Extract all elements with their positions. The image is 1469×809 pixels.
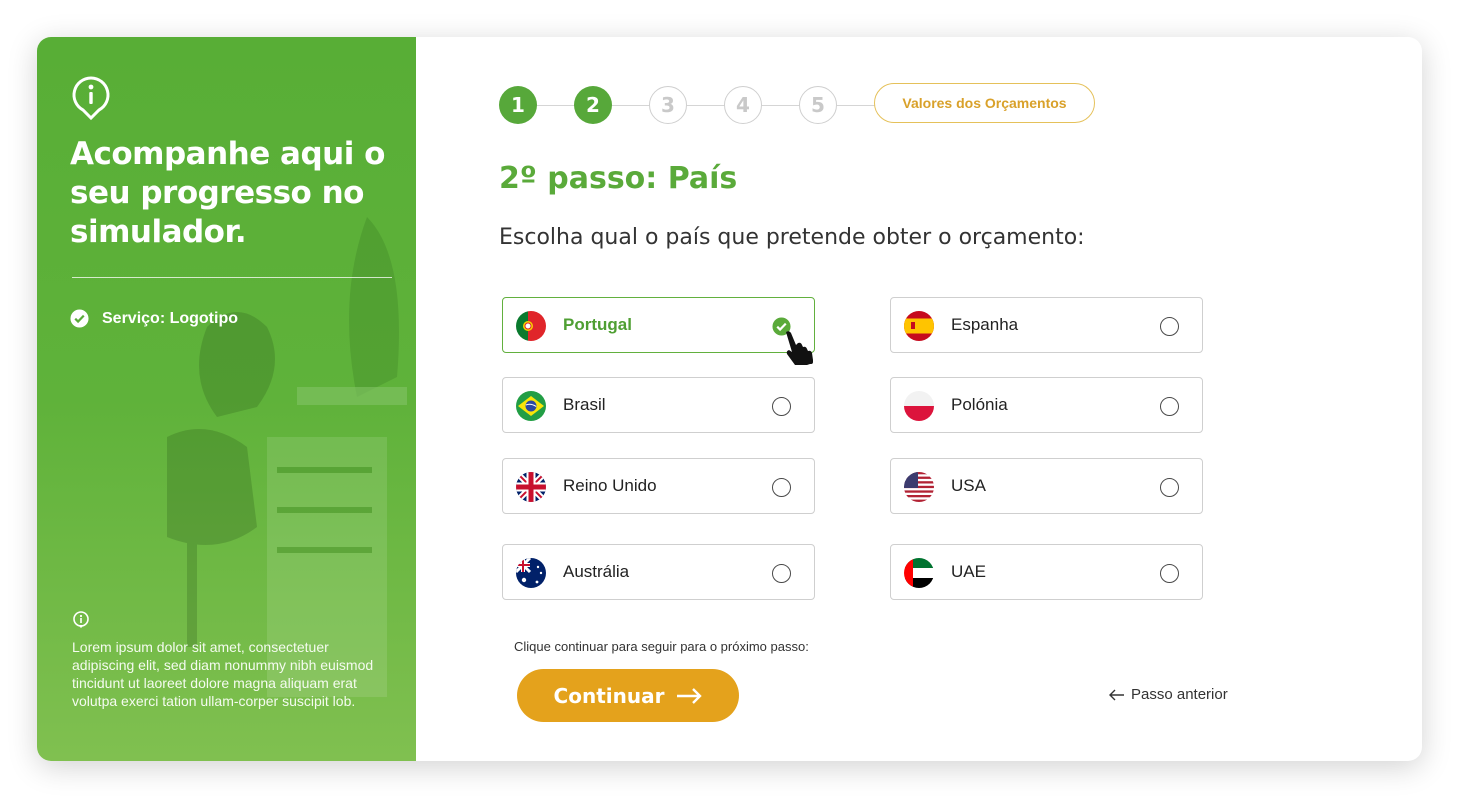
country-label: USA	[951, 476, 986, 495]
country-option-espanha[interactable]: Espanha	[890, 297, 1203, 353]
step-3: 3	[649, 86, 687, 124]
step-1[interactable]: 1	[499, 86, 537, 124]
stepper-connector	[762, 105, 800, 106]
uk-flag-icon	[516, 472, 546, 502]
radio-button[interactable]	[772, 564, 791, 583]
radio-button[interactable]	[772, 478, 791, 497]
continue-button[interactable]: Continuar	[517, 669, 739, 722]
poland-flag-icon	[904, 391, 934, 421]
arrow-left-icon	[1109, 689, 1124, 700]
country-option-portugal[interactable]: Portugal	[502, 297, 815, 353]
australia-flag-icon	[516, 558, 546, 588]
step-2[interactable]: 2	[574, 86, 612, 124]
country-option-reino-unido[interactable]: Reino Unido	[502, 458, 815, 514]
country-label: UAE	[951, 562, 986, 581]
country-label: Portugal	[563, 315, 632, 334]
radio-button[interactable]	[1160, 478, 1179, 497]
radio-button[interactable]	[1160, 564, 1179, 583]
uae-flag-icon	[904, 558, 934, 588]
usa-flag-icon	[904, 472, 934, 502]
radio-button[interactable]	[772, 397, 791, 416]
check-circle-icon	[70, 309, 89, 328]
country-label: Austrália	[563, 562, 630, 581]
progress-sidebar: Acompanhe aqui o seu progresso no simula…	[37, 37, 416, 761]
stepper-connector	[537, 105, 575, 106]
country-option-brasil[interactable]: Brasil	[502, 377, 815, 433]
country-option-polonia[interactable]: Polónia	[890, 377, 1203, 433]
previous-step-link[interactable]: Passo anterior	[1109, 686, 1228, 703]
progress-stepper: 1 2 3 4 5 Valores dos Orçamentos	[499, 83, 1099, 124]
country-option-australia[interactable]: Austrália	[502, 544, 815, 600]
continue-label: Continuar	[553, 683, 665, 708]
page-title: 2º passo: País	[499, 161, 738, 196]
sidebar-heading: Acompanhe aqui o seu progresso no simula…	[70, 136, 385, 250]
sidebar-info-text: Lorem ipsum dolor sit amet, consectetuer…	[72, 639, 374, 709]
radio-button[interactable]	[1160, 317, 1179, 336]
simulator-card: Acompanhe aqui o seu progresso no simula…	[37, 37, 1422, 761]
radio-button[interactable]	[1160, 397, 1179, 416]
country-label: Polónia	[951, 395, 1008, 414]
arrow-right-icon	[677, 687, 703, 704]
previous-step-label: Passo anterior	[1131, 686, 1228, 703]
info-pin-icon	[72, 76, 110, 121]
info-icon	[73, 611, 89, 628]
country-option-uae[interactable]: UAE	[890, 544, 1203, 600]
stepper-connector	[612, 105, 650, 106]
spain-flag-icon	[904, 311, 934, 341]
step-5: 5	[799, 86, 837, 124]
sidebar-divider	[72, 277, 392, 278]
stepper-connector	[687, 105, 725, 106]
step-question: Escolha qual o país que pretende obter o…	[499, 225, 1085, 250]
portugal-flag-icon	[516, 311, 546, 341]
stepper-connector	[837, 105, 875, 106]
country-label: Reino Unido	[563, 476, 657, 495]
country-label: Espanha	[951, 315, 1019, 334]
continue-hint: Clique continuar para seguir para o próx…	[514, 639, 809, 654]
country-option-usa[interactable]: USA	[890, 458, 1203, 514]
step-budget-values: Valores dos Orçamentos	[874, 83, 1095, 123]
completed-service-item: Serviço: Logotipo	[70, 309, 238, 328]
pointer-hand-cursor-icon	[786, 331, 813, 365]
brazil-flag-icon	[516, 391, 546, 421]
country-label: Brasil	[563, 395, 606, 414]
service-label: Serviço: Logotipo	[102, 309, 238, 327]
step-4: 4	[724, 86, 762, 124]
